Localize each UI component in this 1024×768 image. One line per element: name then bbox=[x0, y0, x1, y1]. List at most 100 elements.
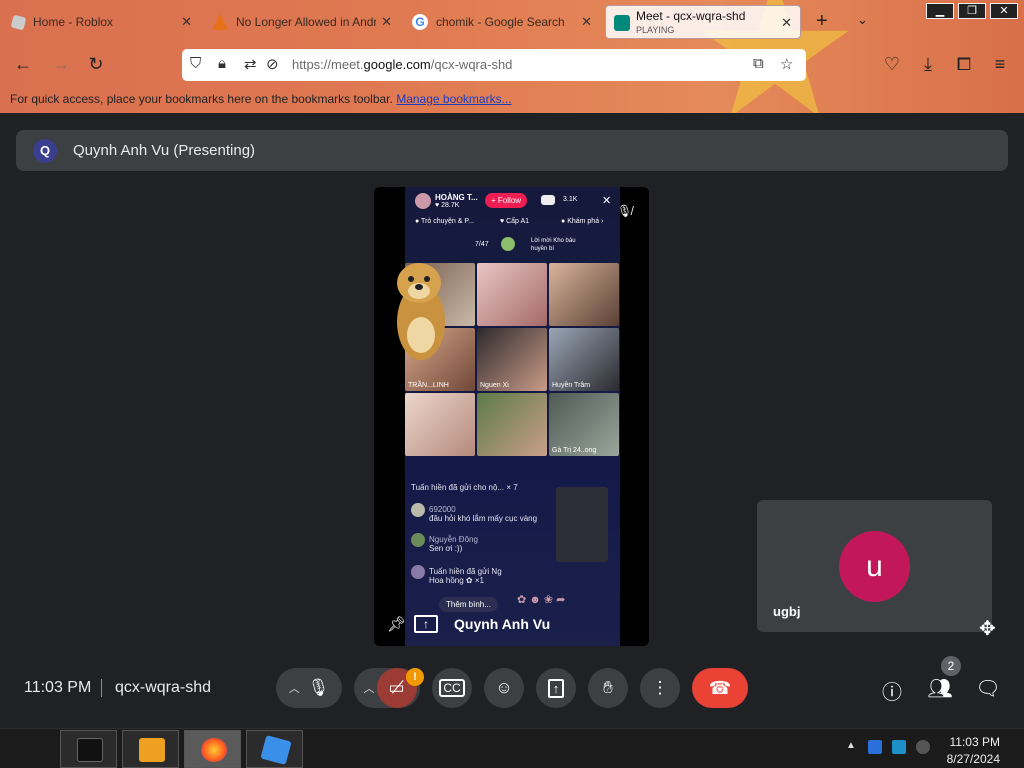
shared-screen: HOÀNG T... ♥ 28.7K + Follow 3.1K ✕ ● Trò… bbox=[405, 187, 620, 646]
picture-in-picture-icon[interactable]: ⧉ bbox=[753, 55, 764, 72]
lock-icon[interactable]: 🔒︎ bbox=[218, 55, 226, 72]
category-explore: ● Khám phá › bbox=[561, 218, 604, 225]
emoji-button[interactable]: ☺ bbox=[484, 668, 524, 708]
leave-call-button[interactable]: ☎︎ bbox=[692, 668, 748, 708]
present-screen-icon: ↑ bbox=[414, 615, 438, 633]
captions-button[interactable]: CC bbox=[432, 668, 472, 708]
forward-arrow-icon[interactable]: → bbox=[50, 54, 72, 75]
volume-icon[interactable] bbox=[916, 740, 930, 754]
taskbar-app-roblox[interactable] bbox=[246, 730, 303, 768]
chat-line: Tuấn hiền đã gửi cho nộ... × 7 bbox=[411, 483, 518, 492]
grid-cell: Huyền Trâm bbox=[549, 328, 619, 391]
gift-icon: ✿ ☻ ❀ ➦ bbox=[517, 594, 566, 606]
host-likes: ♥ 28.7K bbox=[435, 202, 460, 209]
restore-button[interactable]: ❐ bbox=[958, 3, 986, 19]
chat-avatar bbox=[411, 565, 425, 579]
chevron-up-icon[interactable]: ︿ bbox=[364, 680, 375, 696]
clock-date: 8/27/2024 bbox=[946, 752, 1000, 766]
chevron-up-icon[interactable]: ︿ bbox=[289, 680, 300, 696]
browser-chrome: Home - Roblox ✕ No Longer Allowed in And… bbox=[0, 0, 1024, 113]
url-prefix: https://meet. bbox=[292, 57, 364, 72]
network-icon[interactable] bbox=[892, 740, 906, 754]
shield-icon[interactable]: ⛉ bbox=[190, 55, 201, 72]
back-arrow-icon[interactable]: ← bbox=[12, 54, 34, 75]
url-text[interactable]: https://meet.google.com/qcx-wqra-shd bbox=[292, 57, 512, 72]
list-tabs-button[interactable]: ⌄ bbox=[857, 12, 868, 28]
more-vert-icon: ⋮ bbox=[651, 678, 669, 697]
move-icon[interactable]: ✥ bbox=[979, 616, 996, 641]
raise-hand-button[interactable]: ✋︎ bbox=[588, 668, 628, 708]
tile-participant-name: Quynh Anh Vu bbox=[454, 616, 551, 632]
taskbar-app-roblox-studio[interactable] bbox=[60, 730, 117, 768]
chat-msg: × 7 bbox=[506, 483, 518, 492]
reload-icon[interactable]: ↻ bbox=[85, 54, 107, 75]
category-label: Cấp A1 bbox=[506, 218, 530, 225]
pocket-icon[interactable]: ♡ bbox=[881, 54, 903, 75]
info-icon[interactable]: ⓘ bbox=[879, 676, 905, 705]
manage-bookmarks-link[interactable]: Manage bookmarks... bbox=[396, 92, 511, 106]
tray-overflow-arrow[interactable]: ▲ bbox=[846, 740, 856, 751]
microphone-icon[interactable]: 🎙︎ bbox=[308, 678, 330, 698]
grid-cell bbox=[405, 393, 475, 456]
grid-cell bbox=[477, 263, 547, 326]
tab-close-button[interactable]: ✕ bbox=[581, 14, 592, 30]
warning-icon bbox=[212, 14, 228, 30]
url-bar[interactable]: ⛉ 🔒︎ ⇄ ⊘ https://meet.google.com/qcx-wqr… bbox=[182, 49, 806, 81]
presentation-tile[interactable]: HOÀNG T... ♥ 28.7K + Follow 3.1K ✕ ● Trò… bbox=[374, 187, 649, 646]
more-options-button[interactable]: ⋮ bbox=[640, 668, 680, 708]
bookmarks-toolbar: For quick access, place your bookmarks h… bbox=[10, 92, 512, 106]
extensions-icon[interactable]: ⧠ bbox=[953, 54, 975, 75]
follow-button: + Follow bbox=[485, 193, 528, 208]
bookmark-star-icon[interactable]: ☆ bbox=[780, 55, 793, 73]
chat-avatar bbox=[411, 533, 425, 547]
clock-time: 11:03 PM bbox=[949, 735, 1000, 749]
present-icon: ↑ bbox=[547, 678, 565, 698]
meeting-time: 11:03 PM bbox=[24, 679, 92, 696]
self-view-tile[interactable]: u ugbj bbox=[757, 500, 992, 632]
people-icon[interactable]: 👥︎ bbox=[927, 676, 953, 701]
chat-icon[interactable]: 🗨︎ bbox=[975, 676, 1001, 701]
grid-cell bbox=[549, 263, 619, 326]
chat-name: Nguyễn Đông bbox=[429, 535, 478, 545]
taskbar-app-firefox[interactable] bbox=[184, 730, 241, 768]
media-player-icon bbox=[139, 738, 165, 762]
dog-sticker bbox=[397, 263, 445, 360]
new-tab-button[interactable]: + bbox=[816, 10, 828, 33]
pin-icon[interactable]: 📌︎ bbox=[387, 615, 406, 633]
tab-close-button[interactable]: ✕ bbox=[381, 14, 392, 30]
microphone-control[interactable]: ︿ 🎙︎ bbox=[276, 668, 342, 708]
tab-no-longer-allowed[interactable]: No Longer Allowed in Andr ✕ bbox=[204, 6, 400, 38]
url-domain: google.com bbox=[363, 57, 431, 72]
grid-cell: Gà Trị 24..ong bbox=[549, 393, 619, 456]
category-label: Khám phá › bbox=[567, 218, 604, 225]
chat-msg: Hoa hồng ✿ ×1 bbox=[429, 576, 484, 585]
google-icon: G bbox=[412, 14, 428, 30]
tab-google-search[interactable]: G chomik - Google Search ✕ bbox=[404, 6, 600, 38]
taskbar-app-media-player[interactable] bbox=[122, 730, 179, 768]
close-window-button[interactable]: ✕ bbox=[990, 3, 1018, 19]
presenter-avatar: Q bbox=[33, 138, 57, 163]
bookmarks-hint: For quick access, place your bookmarks h… bbox=[10, 92, 393, 106]
camera-blocked-icon[interactable]: ⊘ bbox=[266, 55, 279, 73]
host-name: HOÀNG T... bbox=[435, 193, 478, 202]
tab-close-button[interactable]: ✕ bbox=[781, 15, 792, 31]
chat-msg: đâu hỏi khó lắm mấy cục vàng bbox=[429, 514, 538, 523]
chat-avatar bbox=[411, 503, 425, 517]
bluetooth-icon[interactable] bbox=[868, 740, 882, 754]
chat-name: Tuấn hiền đã gửi cho nộ... bbox=[411, 483, 505, 492]
grid-cell bbox=[477, 393, 547, 456]
tab-close-button[interactable]: ✕ bbox=[181, 14, 192, 30]
downloads-icon[interactable]: ⤓ bbox=[917, 54, 939, 75]
taskbar-clock[interactable]: 11:03 PM 8/27/2024 bbox=[944, 734, 1000, 768]
tab-meet-active[interactable]: Meet - qcx-wqra-shd PLAYING ✕ bbox=[605, 5, 801, 39]
permissions-icon[interactable]: ⇄ bbox=[244, 55, 257, 73]
camera-warning-badge: ! bbox=[406, 668, 424, 686]
self-avatar: u bbox=[839, 531, 910, 602]
menu-icon[interactable]: ≡ bbox=[989, 54, 1011, 75]
self-name: ugbj bbox=[773, 604, 801, 619]
present-button[interactable]: ↑ bbox=[536, 668, 576, 708]
cell-label: Nguen Xi bbox=[480, 382, 509, 389]
tab-roblox[interactable]: Home - Roblox ✕ bbox=[4, 6, 200, 38]
minimize-button[interactable]: ▁ bbox=[926, 3, 954, 19]
roblox-icon bbox=[10, 14, 27, 30]
